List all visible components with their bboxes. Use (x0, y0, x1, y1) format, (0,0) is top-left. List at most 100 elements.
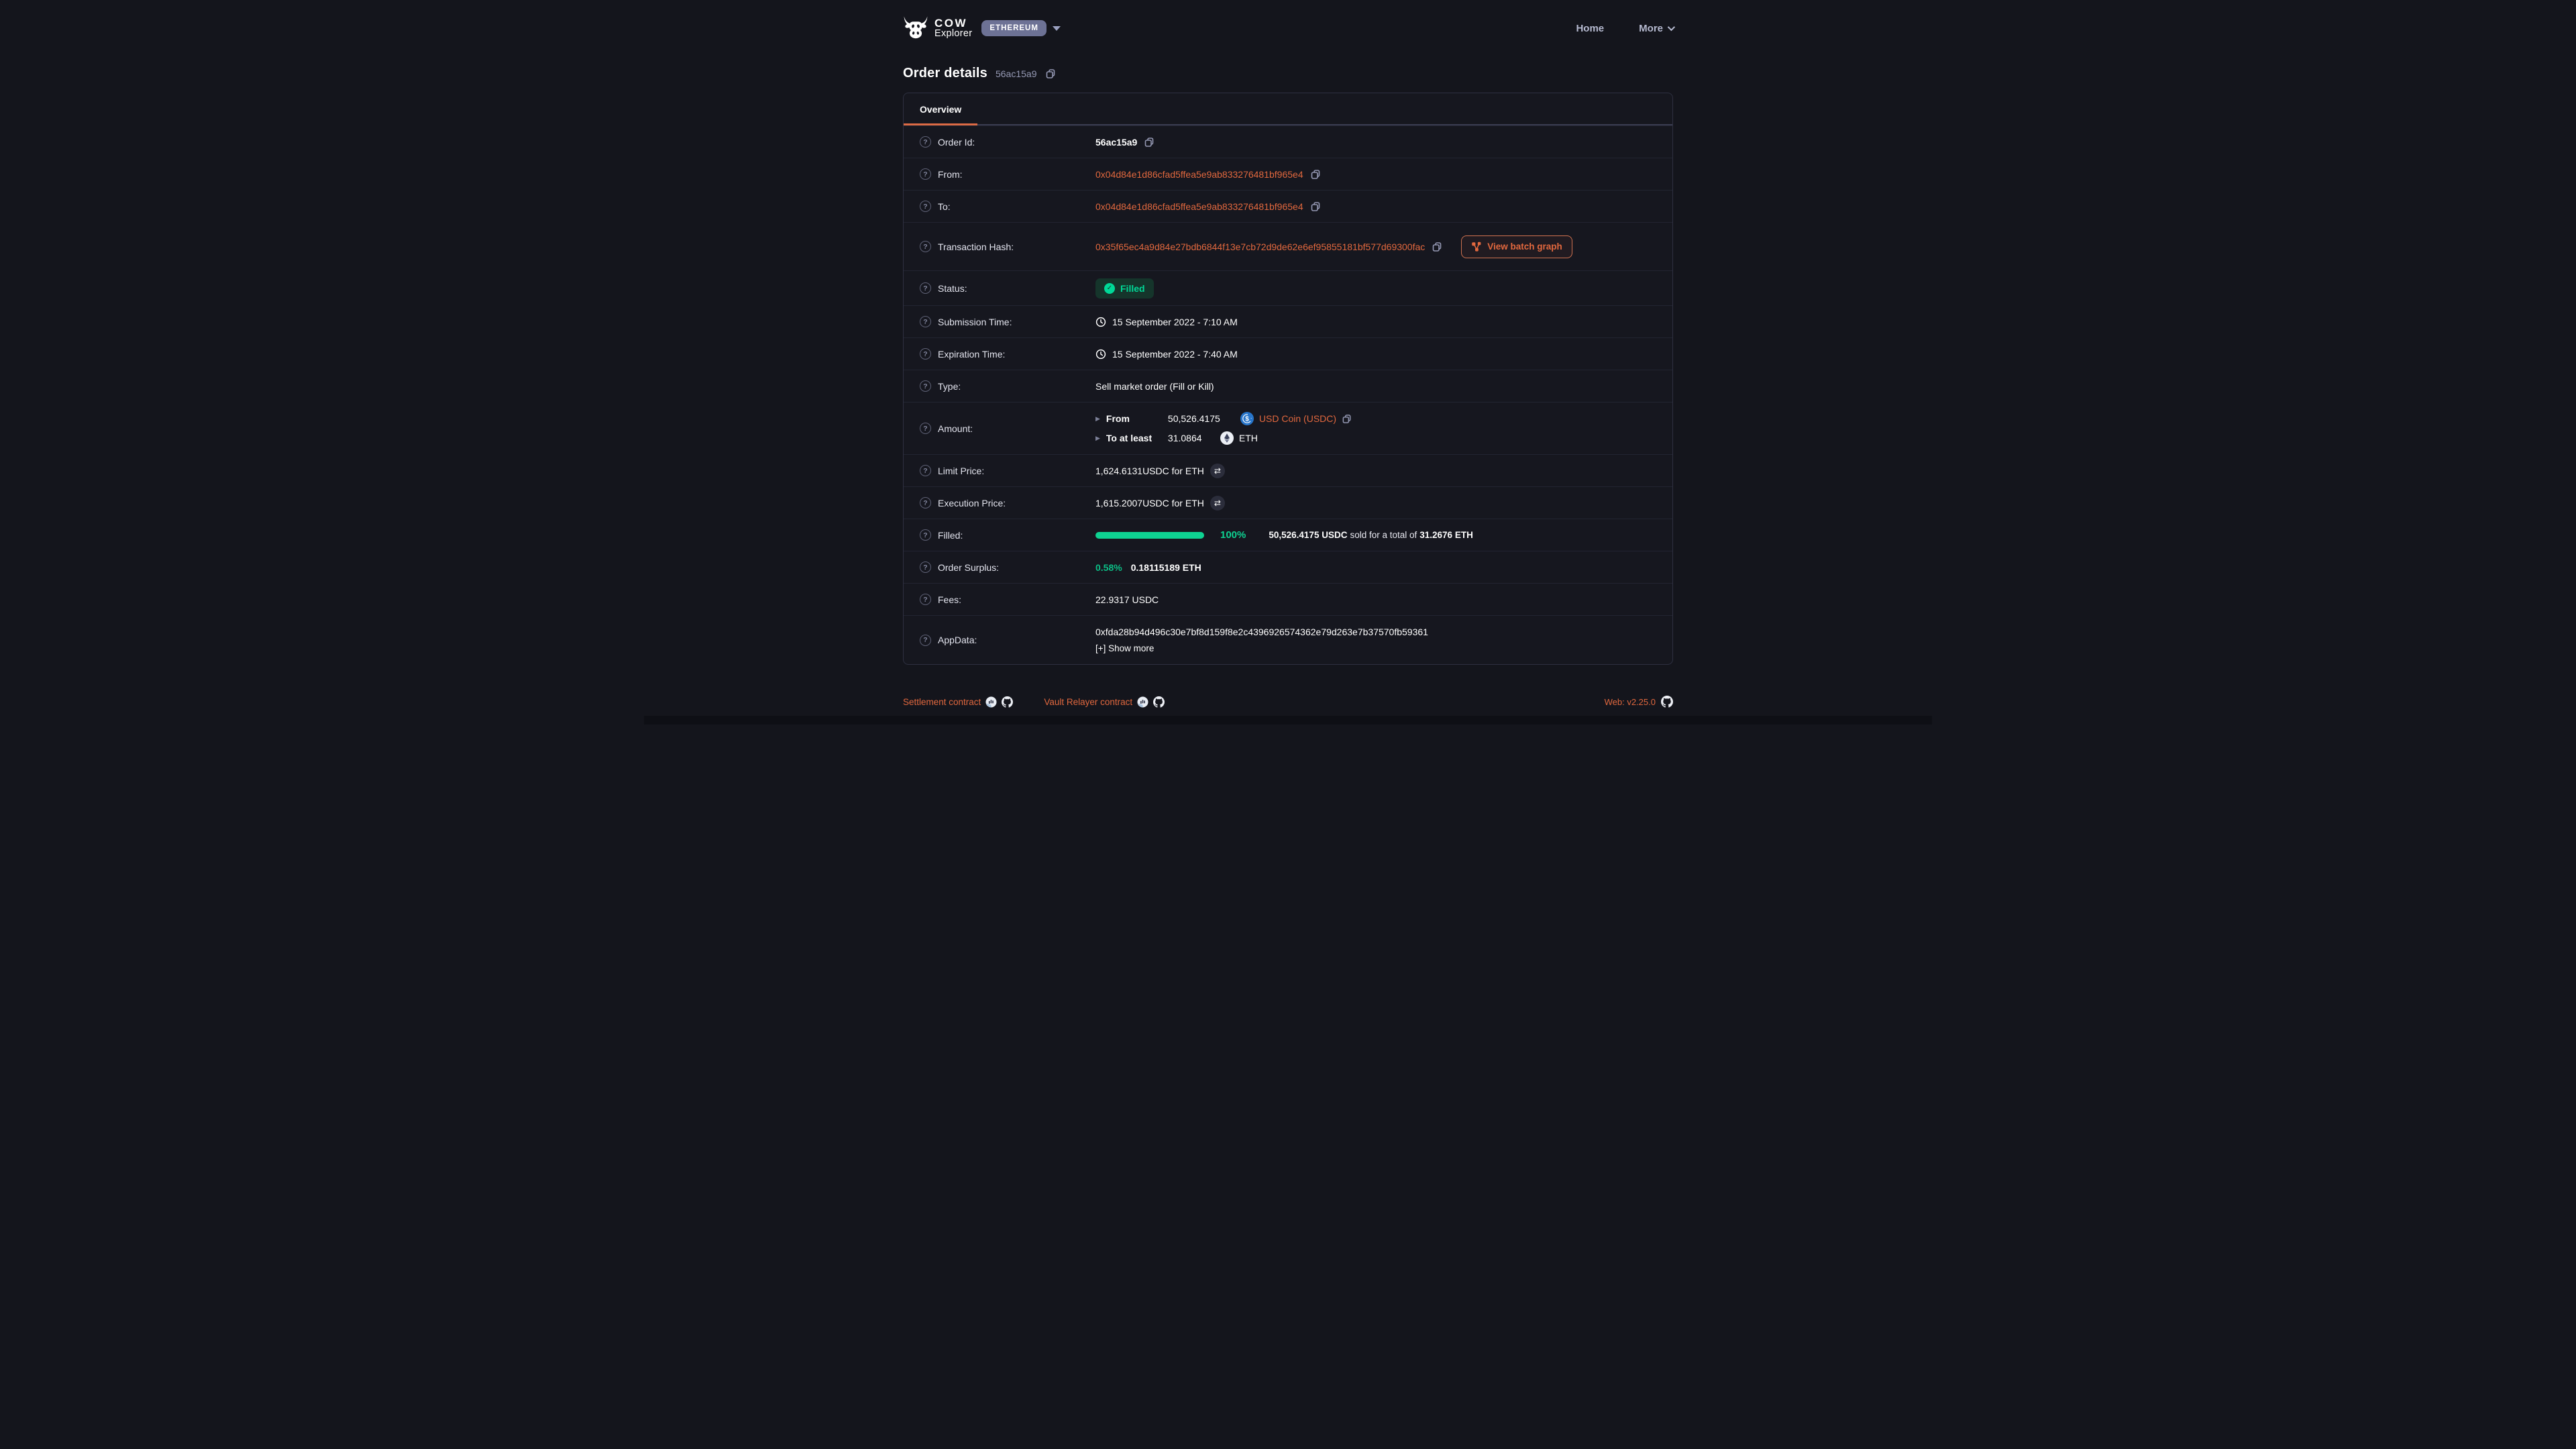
github-icon[interactable] (1002, 696, 1013, 708)
amount-to-value: 31.0864 (1168, 433, 1220, 443)
help-icon[interactable]: ? (920, 241, 931, 252)
settlement-contract-link-group: Settlement contract (903, 696, 1013, 708)
filled-label: Filled: (938, 530, 963, 541)
nav-item-more[interactable]: More (1639, 23, 1673, 34)
tx-hash-link[interactable]: 0x35f65ec4a9d84e27bdb6844f13e7cb72d9de62… (1095, 241, 1425, 252)
row-transaction-hash: ? Transaction Hash: 0x35f65ec4a9d84e27bd… (904, 222, 1672, 270)
page-title-row: Order details 56ac15a9 (903, 66, 1673, 81)
expiration-time-value: 15 September 2022 - 7:40 AM (1112, 349, 1238, 360)
row-fees: ? Fees: 22.9317 USDC (904, 583, 1672, 615)
row-from: ? From: 0x04d84e1d86cfad5ffea5e9ab833276… (904, 158, 1672, 190)
filled-summary: 50,526.4175 USDCsold for a total of31.26… (1269, 530, 1472, 540)
row-submission-time: ? Submission Time: 15 September 2022 - 7… (904, 305, 1672, 337)
eth-token-label: ETH (1239, 433, 1258, 443)
help-icon[interactable]: ? (920, 423, 931, 434)
help-icon[interactable]: ? (920, 594, 931, 605)
order-id-label: Order Id: (938, 137, 975, 148)
row-appdata: ? AppData: 0xfda28b94d496c30e7bf8d159f8e… (904, 615, 1672, 664)
copy-from-address-button[interactable] (1310, 169, 1321, 180)
nav-home-label: Home (1576, 23, 1604, 34)
from-address-link[interactable]: 0x04d84e1d86cfad5ffea5e9ab833276481bf965… (1095, 169, 1303, 180)
bottom-strip (644, 716, 1932, 724)
chevron-down-icon (1668, 23, 1675, 31)
github-icon[interactable] (1661, 696, 1673, 708)
brand-line1: COW (934, 17, 972, 29)
help-icon[interactable]: ? (920, 465, 931, 476)
clock-icon (1095, 317, 1106, 327)
svg-text:$: $ (1245, 416, 1249, 423)
row-filled: ? Filled: 100% 50,526.4175 USDCsold for … (904, 519, 1672, 551)
help-icon[interactable]: ? (920, 380, 931, 392)
help-icon[interactable]: ? (920, 348, 931, 360)
usdc-token-link[interactable]: USD Coin (USDC) (1259, 413, 1336, 424)
copy-icon (1310, 201, 1321, 212)
filled-sold-amount: 50,526.4175 USDC (1269, 530, 1347, 540)
vault-relayer-contract-link[interactable]: Vault Relayer contract (1044, 697, 1132, 707)
help-icon[interactable]: ? (920, 316, 931, 327)
check-circle-icon: ✓ (1104, 283, 1115, 294)
tab-overview[interactable]: Overview (904, 93, 977, 125)
web-version-link[interactable]: Web: v2.25.0 (1605, 697, 1656, 707)
usdc-token-icon: $ (1240, 412, 1254, 425)
fees-label: Fees: (938, 594, 961, 605)
invert-price-icon[interactable]: ⇄ (1210, 496, 1225, 511)
copy-to-address-button[interactable] (1310, 201, 1321, 212)
help-icon[interactable]: ? (920, 497, 931, 508)
submission-time-value: 15 September 2022 - 7:10 AM (1112, 317, 1238, 327)
appdata-show-more-link[interactable]: [+] Show more (1095, 643, 1154, 653)
copy-icon (1045, 68, 1056, 79)
copy-icon (1342, 414, 1352, 424)
order-details-card: Overview ? Order Id: 56ac15a9 ? From: 0x… (903, 93, 1673, 665)
copy-order-id-button[interactable] (1045, 68, 1056, 79)
help-icon[interactable]: ? (920, 201, 931, 212)
amount-from-value: 50,526.4175 (1168, 413, 1240, 424)
help-icon[interactable]: ? (920, 168, 931, 180)
help-icon[interactable]: ? (920, 529, 931, 541)
vault-relayer-link-group: Vault Relayer contract (1044, 696, 1165, 708)
filled-total-amount: 31.2676 ETH (1419, 530, 1473, 540)
triangle-right-icon: ▶ (1095, 435, 1100, 442)
row-status: ? Status: ✓ Filled (904, 270, 1672, 305)
invert-price-icon[interactable]: ⇄ (1210, 464, 1225, 478)
settlement-contract-link[interactable]: Settlement contract (903, 697, 981, 707)
execution-price-label: Execution Price: (938, 498, 1006, 508)
network-dropdown-caret-icon[interactable] (1053, 26, 1061, 31)
row-order-surplus: ? Order Surplus: 0.58% 0.18115189 ETH (904, 551, 1672, 583)
view-batch-graph-label: View batch graph (1487, 241, 1562, 252)
copy-icon (1144, 137, 1155, 148)
help-icon[interactable]: ? (920, 282, 931, 294)
clock-icon (1095, 349, 1106, 360)
type-value: Sell market order (Fill or Kill) (1095, 381, 1214, 392)
brand-line2: Explorer (934, 29, 972, 39)
filled-percent: 100% (1220, 529, 1246, 541)
page-title: Order details (903, 66, 987, 81)
limit-price-label: Limit Price: (938, 466, 984, 476)
copy-tx-hash-button[interactable] (1432, 241, 1442, 252)
row-amount: ? Amount: ▶ From 50,526.4175 $ USD Coin … (904, 402, 1672, 454)
view-batch-graph-button[interactable]: View batch graph (1461, 235, 1572, 258)
tx-hash-label: Transaction Hash: (938, 241, 1014, 252)
etherscan-icon[interactable] (1137, 696, 1148, 708)
order-surplus-label: Order Surplus: (938, 562, 999, 573)
copy-icon (1432, 241, 1442, 252)
row-limit-price: ? Limit Price: 1,624.6131USDC for ETH ⇄ (904, 454, 1672, 486)
appdata-label: AppData: (938, 635, 977, 645)
nav-item-home[interactable]: Home (1576, 23, 1604, 34)
help-icon[interactable]: ? (920, 561, 931, 573)
help-icon[interactable]: ? (920, 635, 931, 646)
amount-to-label: To at least (1106, 433, 1168, 443)
status-badge: ✓ Filled (1095, 278, 1154, 299)
row-type: ? Type: Sell market order (Fill or Kill) (904, 370, 1672, 402)
network-badge[interactable]: ETHEREUM (981, 20, 1046, 36)
cow-explorer-logo[interactable]: COW Explorer (903, 15, 972, 42)
to-address-link[interactable]: 0x04d84e1d86cfad5ffea5e9ab833276481bf965… (1095, 201, 1303, 212)
copy-icon (1310, 169, 1321, 180)
status-value: Filled (1120, 283, 1145, 294)
amount-label: Amount: (938, 423, 973, 434)
execution-price-value: 1,615.2007USDC for ETH (1095, 498, 1204, 508)
etherscan-icon[interactable] (985, 696, 997, 708)
copy-usdc-token-button[interactable] (1342, 414, 1352, 424)
help-icon[interactable]: ? (920, 136, 931, 148)
github-icon[interactable] (1153, 696, 1165, 708)
copy-order-id-row-button[interactable] (1144, 137, 1155, 148)
